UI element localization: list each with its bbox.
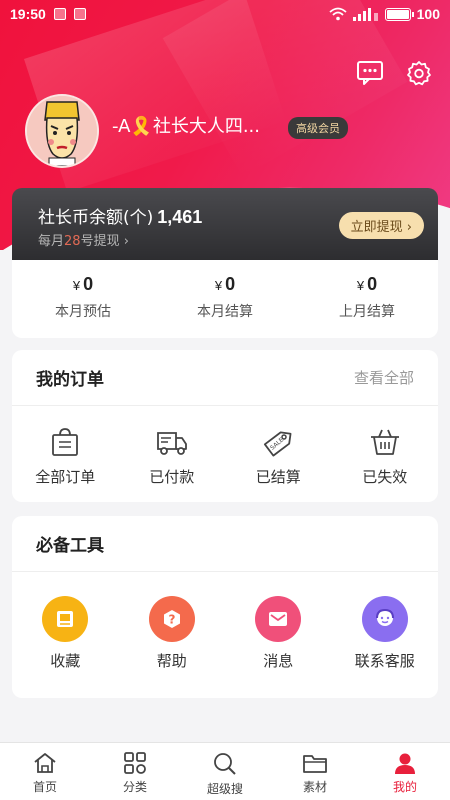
avatar[interactable]: [25, 94, 99, 168]
nav-super-search[interactable]: 超级搜: [180, 743, 270, 800]
chevron-right-icon: ›: [406, 220, 412, 235]
withdraw-schedule[interactable]: 每月28号提现 ›: [38, 230, 129, 249]
nav-label: 素材: [302, 780, 327, 794]
order-tab-invalid[interactable]: 已失效: [332, 406, 439, 487]
withdraw-schedule-day: 28: [64, 234, 81, 249]
currency-symbol: ¥: [356, 278, 365, 293]
nav-category[interactable]: 分类: [90, 743, 180, 800]
favorites-icon: [42, 596, 89, 642]
chat-message-icon[interactable]: [356, 60, 384, 86]
delivery-truck-icon: [156, 432, 187, 455]
image-notification-icon: [73, 8, 86, 20]
essential-tools-title: 必备工具: [36, 536, 104, 556]
tool-label: 收藏: [50, 652, 81, 670]
message-icon: [255, 596, 302, 642]
my-orders-title: 我的订单: [36, 370, 104, 390]
order-tab-label: 全部订单: [35, 468, 96, 486]
shopping-bag-icon: [52, 428, 79, 456]
username: -A🎗️社长大人四...: [112, 116, 260, 137]
order-tab-all[interactable]: 全部订单: [12, 406, 119, 487]
currency-symbol: ¥: [72, 278, 81, 293]
bottom-navigation: 首页 分类 超级搜 素材 我的: [0, 742, 450, 800]
battery-level: 100: [416, 6, 440, 22]
cartoon-avatar-icon: [27, 96, 97, 166]
customer-service-icon: [361, 596, 408, 642]
coin-balance-amount: 1,461: [157, 207, 203, 227]
tool-favorites[interactable]: 收藏: [12, 572, 119, 671]
profile-icon: [395, 753, 415, 774]
nav-label: 首页: [32, 780, 57, 794]
wifi-icon: [329, 7, 347, 21]
tool-label: 消息: [263, 652, 294, 670]
tool-label: 帮助: [156, 652, 187, 670]
order-tab-label: 已付款: [149, 468, 195, 486]
coin-balance-card: 社长币余额(个) 1,461 每月28号提现 › 立即提现 ›: [12, 188, 438, 260]
battery-icon: [384, 7, 414, 21]
order-tab-paid[interactable]: 已付款: [119, 406, 226, 487]
vip-member-badge: 高级会员: [288, 117, 348, 139]
earnings-summary: ¥0 本月预估 ¥0 本月结算 ¥0 上月结算: [12, 260, 438, 338]
nav-home[interactable]: 首页: [0, 743, 90, 800]
tool-messages[interactable]: 消息: [225, 572, 332, 671]
earnings-item-last-month-settled[interactable]: ¥0 上月结算: [296, 260, 438, 338]
tool-customer-service[interactable]: 联系客服: [332, 572, 439, 671]
help-icon: ?: [148, 596, 195, 642]
nav-label: 超级搜: [206, 782, 243, 796]
earnings-label: 本月预估: [55, 304, 111, 320]
settings-gear-icon[interactable]: [406, 60, 432, 86]
sale-tag-icon: SALE: [264, 431, 292, 457]
home-icon: [34, 753, 56, 773]
earnings-item-month-settled[interactable]: ¥0 本月结算: [154, 260, 296, 338]
coin-balance: 社长币余额(个) 1,461: [38, 203, 202, 228]
tool-help[interactable]: ? 帮助: [119, 572, 226, 671]
order-tab-settled[interactable]: SALE 已结算: [225, 406, 332, 487]
earnings-value: 0: [83, 274, 94, 294]
order-tab-label: 已结算: [255, 468, 301, 486]
currency-symbol: ¥: [214, 278, 223, 293]
earnings-item-month-estimate[interactable]: ¥0 本月预估: [12, 260, 154, 338]
withdraw-schedule-suffix: 号提现: [80, 234, 120, 249]
essential-tools-header: 必备工具: [12, 516, 438, 572]
nav-label: 我的: [392, 780, 417, 794]
earnings-value: 0: [225, 274, 236, 294]
status-time: 19:50: [10, 6, 46, 22]
folder-icon: [303, 755, 327, 773]
order-tab-label: 已失效: [362, 468, 408, 486]
search-icon: [214, 753, 236, 775]
earnings-label: 本月结算: [197, 304, 253, 320]
basket-icon: [370, 429, 399, 455]
nav-label: 分类: [122, 780, 147, 794]
view-all-orders-link[interactable]: 查看全部: [354, 367, 414, 388]
earnings-value: 0: [367, 274, 378, 294]
svg-text:?: ?: [168, 613, 175, 627]
header-actions: [356, 60, 432, 86]
withdraw-now-label: 立即提现: [350, 220, 403, 235]
my-orders-header: 我的订单 查看全部: [12, 350, 438, 406]
essential-tools-card: 必备工具 收藏 ? 帮助 消息 联系客服: [12, 516, 438, 698]
my-orders-card: 我的订单 查看全部 全部订单 已付款 SALE 已结算 已失效: [12, 350, 438, 502]
category-grid-icon: [124, 752, 146, 774]
nav-my-profile[interactable]: 我的: [360, 743, 450, 800]
tool-label: 联系客服: [354, 652, 415, 670]
earnings-label: 上月结算: [339, 304, 395, 320]
withdraw-schedule-prefix: 每月: [38, 234, 65, 249]
withdraw-now-button[interactable]: 立即提现 ›: [338, 212, 424, 239]
status-bar: 19:50 100: [0, 0, 450, 28]
chevron-right-icon: ›: [123, 234, 129, 249]
nav-materials[interactable]: 素材: [270, 743, 360, 800]
notification-icon: [53, 8, 66, 20]
coin-balance-label: 社长币余额(个): [38, 208, 154, 228]
signal-icon: [352, 8, 378, 21]
